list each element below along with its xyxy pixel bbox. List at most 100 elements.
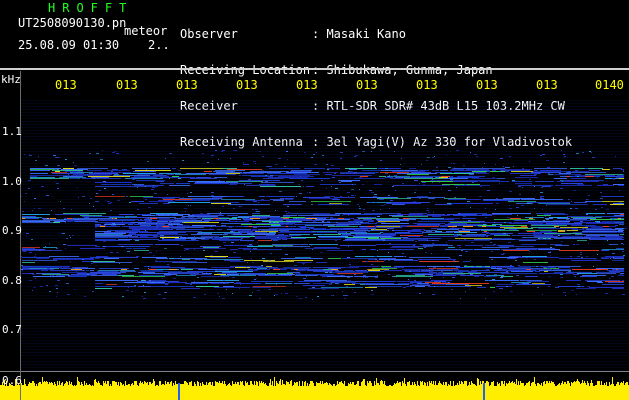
noise-bar [202, 382, 203, 400]
noise-line [21, 298, 629, 299]
signal-trace [304, 280, 347, 281]
noise-bar [440, 383, 441, 400]
noise-bar [620, 383, 621, 400]
signal-trace [528, 221, 570, 222]
signal-trace [374, 184, 382, 185]
speckle [388, 290, 389, 291]
signal-trace [22, 267, 62, 268]
noise-bar [250, 381, 251, 400]
noise-bar [110, 384, 111, 400]
speckle [374, 202, 377, 203]
noise-bar [100, 385, 101, 400]
signal-trace [536, 213, 565, 214]
signal-trace [267, 173, 307, 174]
noise-bar [319, 383, 320, 400]
noise-bar [356, 384, 357, 400]
noise-bar [168, 382, 169, 400]
noise-bar [35, 386, 36, 400]
speckle [560, 277, 563, 278]
speckle [57, 165, 60, 166]
speckle [37, 260, 39, 261]
signal-trace [126, 248, 132, 249]
speckle [502, 273, 503, 274]
noise-bar [387, 386, 388, 400]
noise-level-band [0, 377, 629, 400]
signal-trace [180, 268, 207, 269]
speckle [65, 248, 66, 249]
signal-trace [411, 172, 431, 173]
noise-bar [61, 383, 62, 400]
signal-trace [511, 171, 533, 172]
noise-bar [465, 381, 466, 400]
noise-line [21, 316, 629, 317]
speckle [400, 164, 401, 165]
speckle [47, 268, 50, 269]
signal-trace [245, 200, 270, 201]
speckle [546, 205, 547, 206]
signal-trace [275, 246, 310, 247]
noise-line [21, 304, 629, 305]
signal-trace [88, 176, 130, 177]
speckle [474, 224, 475, 225]
speckle [143, 298, 146, 299]
noise-bar [560, 385, 561, 400]
speckle [84, 217, 87, 218]
speckle [592, 157, 595, 158]
signal-trace [527, 202, 570, 203]
noise-bar [444, 385, 445, 400]
noise-line [21, 163, 629, 164]
signal-trace [434, 281, 446, 282]
signal-trace [575, 234, 585, 235]
speckle [391, 236, 394, 237]
signal-trace [378, 168, 401, 169]
speckle [580, 254, 582, 255]
signal-trace [286, 172, 319, 173]
signal-trace [527, 281, 549, 282]
signal-trace [597, 273, 616, 274]
speckle [452, 227, 454, 228]
signal-trace [540, 170, 561, 171]
signal-trace [352, 283, 394, 284]
noise-bar [117, 385, 118, 400]
speckle [436, 167, 438, 168]
noise-bar [517, 385, 518, 400]
signal-trace [360, 227, 375, 228]
speckle [51, 210, 52, 211]
signal-trace [610, 218, 624, 219]
speckle [55, 285, 58, 286]
noise-line [21, 325, 629, 326]
signal-trace [142, 257, 167, 258]
noise-line [21, 175, 629, 176]
speckle [613, 179, 615, 180]
noise-bar [116, 382, 117, 400]
signal-trace [244, 220, 252, 221]
noise-bar [513, 383, 514, 400]
noise-line [21, 190, 629, 191]
speckle [470, 260, 471, 261]
speckle [454, 234, 457, 235]
noise-bar [98, 381, 99, 400]
signal-trace [271, 225, 281, 226]
signal-trace [134, 185, 164, 186]
speckle [126, 290, 129, 291]
speckle [35, 160, 37, 161]
signal-trace [522, 256, 547, 257]
speckle [493, 244, 496, 245]
speckle [90, 198, 92, 199]
signal-trace [394, 266, 426, 267]
signal-trace [523, 262, 548, 263]
signal-trace [596, 268, 624, 269]
signal-trace [285, 199, 293, 200]
noise-bar [50, 383, 51, 400]
noise-bar [555, 386, 556, 400]
noise-bar [389, 385, 390, 400]
speckle [116, 153, 119, 154]
signal-trace [298, 226, 306, 227]
speckle [461, 250, 463, 251]
signal-trace [238, 231, 253, 232]
signal-trace [522, 283, 529, 284]
signal-trace [571, 260, 601, 261]
signal-trace [138, 174, 163, 175]
speckle [206, 272, 207, 273]
speckle [355, 155, 358, 156]
